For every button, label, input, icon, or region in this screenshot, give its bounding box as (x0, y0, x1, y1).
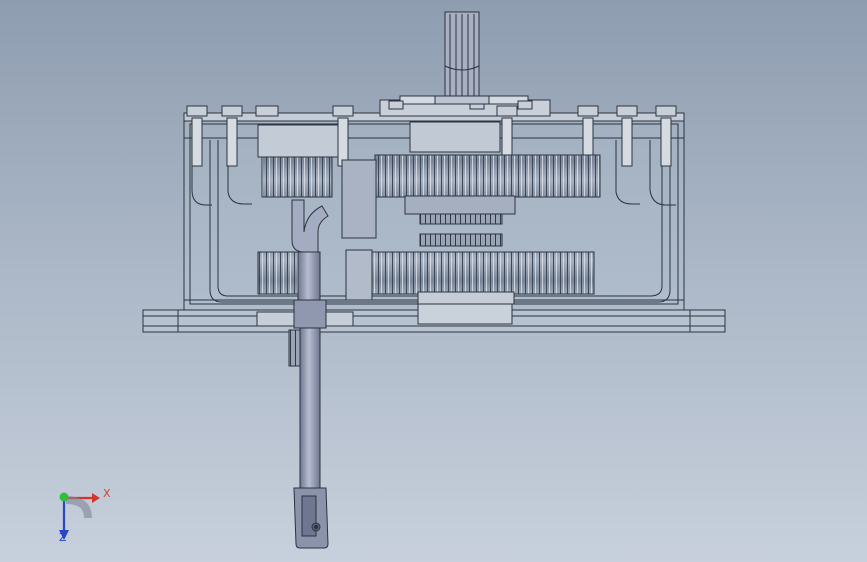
input-spline-shaft[interactable] (434, 11, 490, 105)
cad-viewport[interactable]: X Z (0, 0, 867, 562)
y-axis-dot-icon (59, 492, 69, 502)
bolt[interactable] (517, 100, 533, 110)
bolt[interactable] (388, 100, 404, 110)
x-axis-label: X (103, 487, 111, 500)
coordinate-triad: X Z (59, 487, 111, 544)
z-axis-label: Z (59, 531, 67, 544)
gearbox-model[interactable]: X Z (0, 0, 867, 562)
x-axis-arrow-icon (92, 493, 100, 503)
bolt[interactable] (255, 105, 279, 117)
